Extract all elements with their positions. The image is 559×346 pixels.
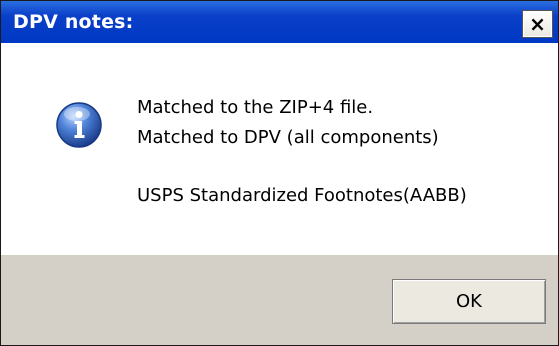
message-line: Matched to DPV (all components) <box>137 127 439 148</box>
title-bar[interactable]: DPV notes: × <box>1 1 558 43</box>
dialog-title: DPV notes: <box>13 11 134 33</box>
close-icon: × <box>529 12 546 36</box>
info-icon <box>56 102 102 148</box>
dpv-notes-dialog: DPV notes: × Matched to the ZIP+4 file. … <box>0 0 559 346</box>
message-area: Matched to the ZIP+4 file. Matched to DP… <box>1 43 558 255</box>
message-line: USPS Standardized Footnotes(AABB) <box>137 185 467 206</box>
button-bar: OK <box>1 255 558 345</box>
ok-button[interactable]: OK <box>392 279 546 324</box>
message-line: Matched to the ZIP+4 file. <box>137 97 374 118</box>
close-button[interactable]: × <box>522 10 553 38</box>
